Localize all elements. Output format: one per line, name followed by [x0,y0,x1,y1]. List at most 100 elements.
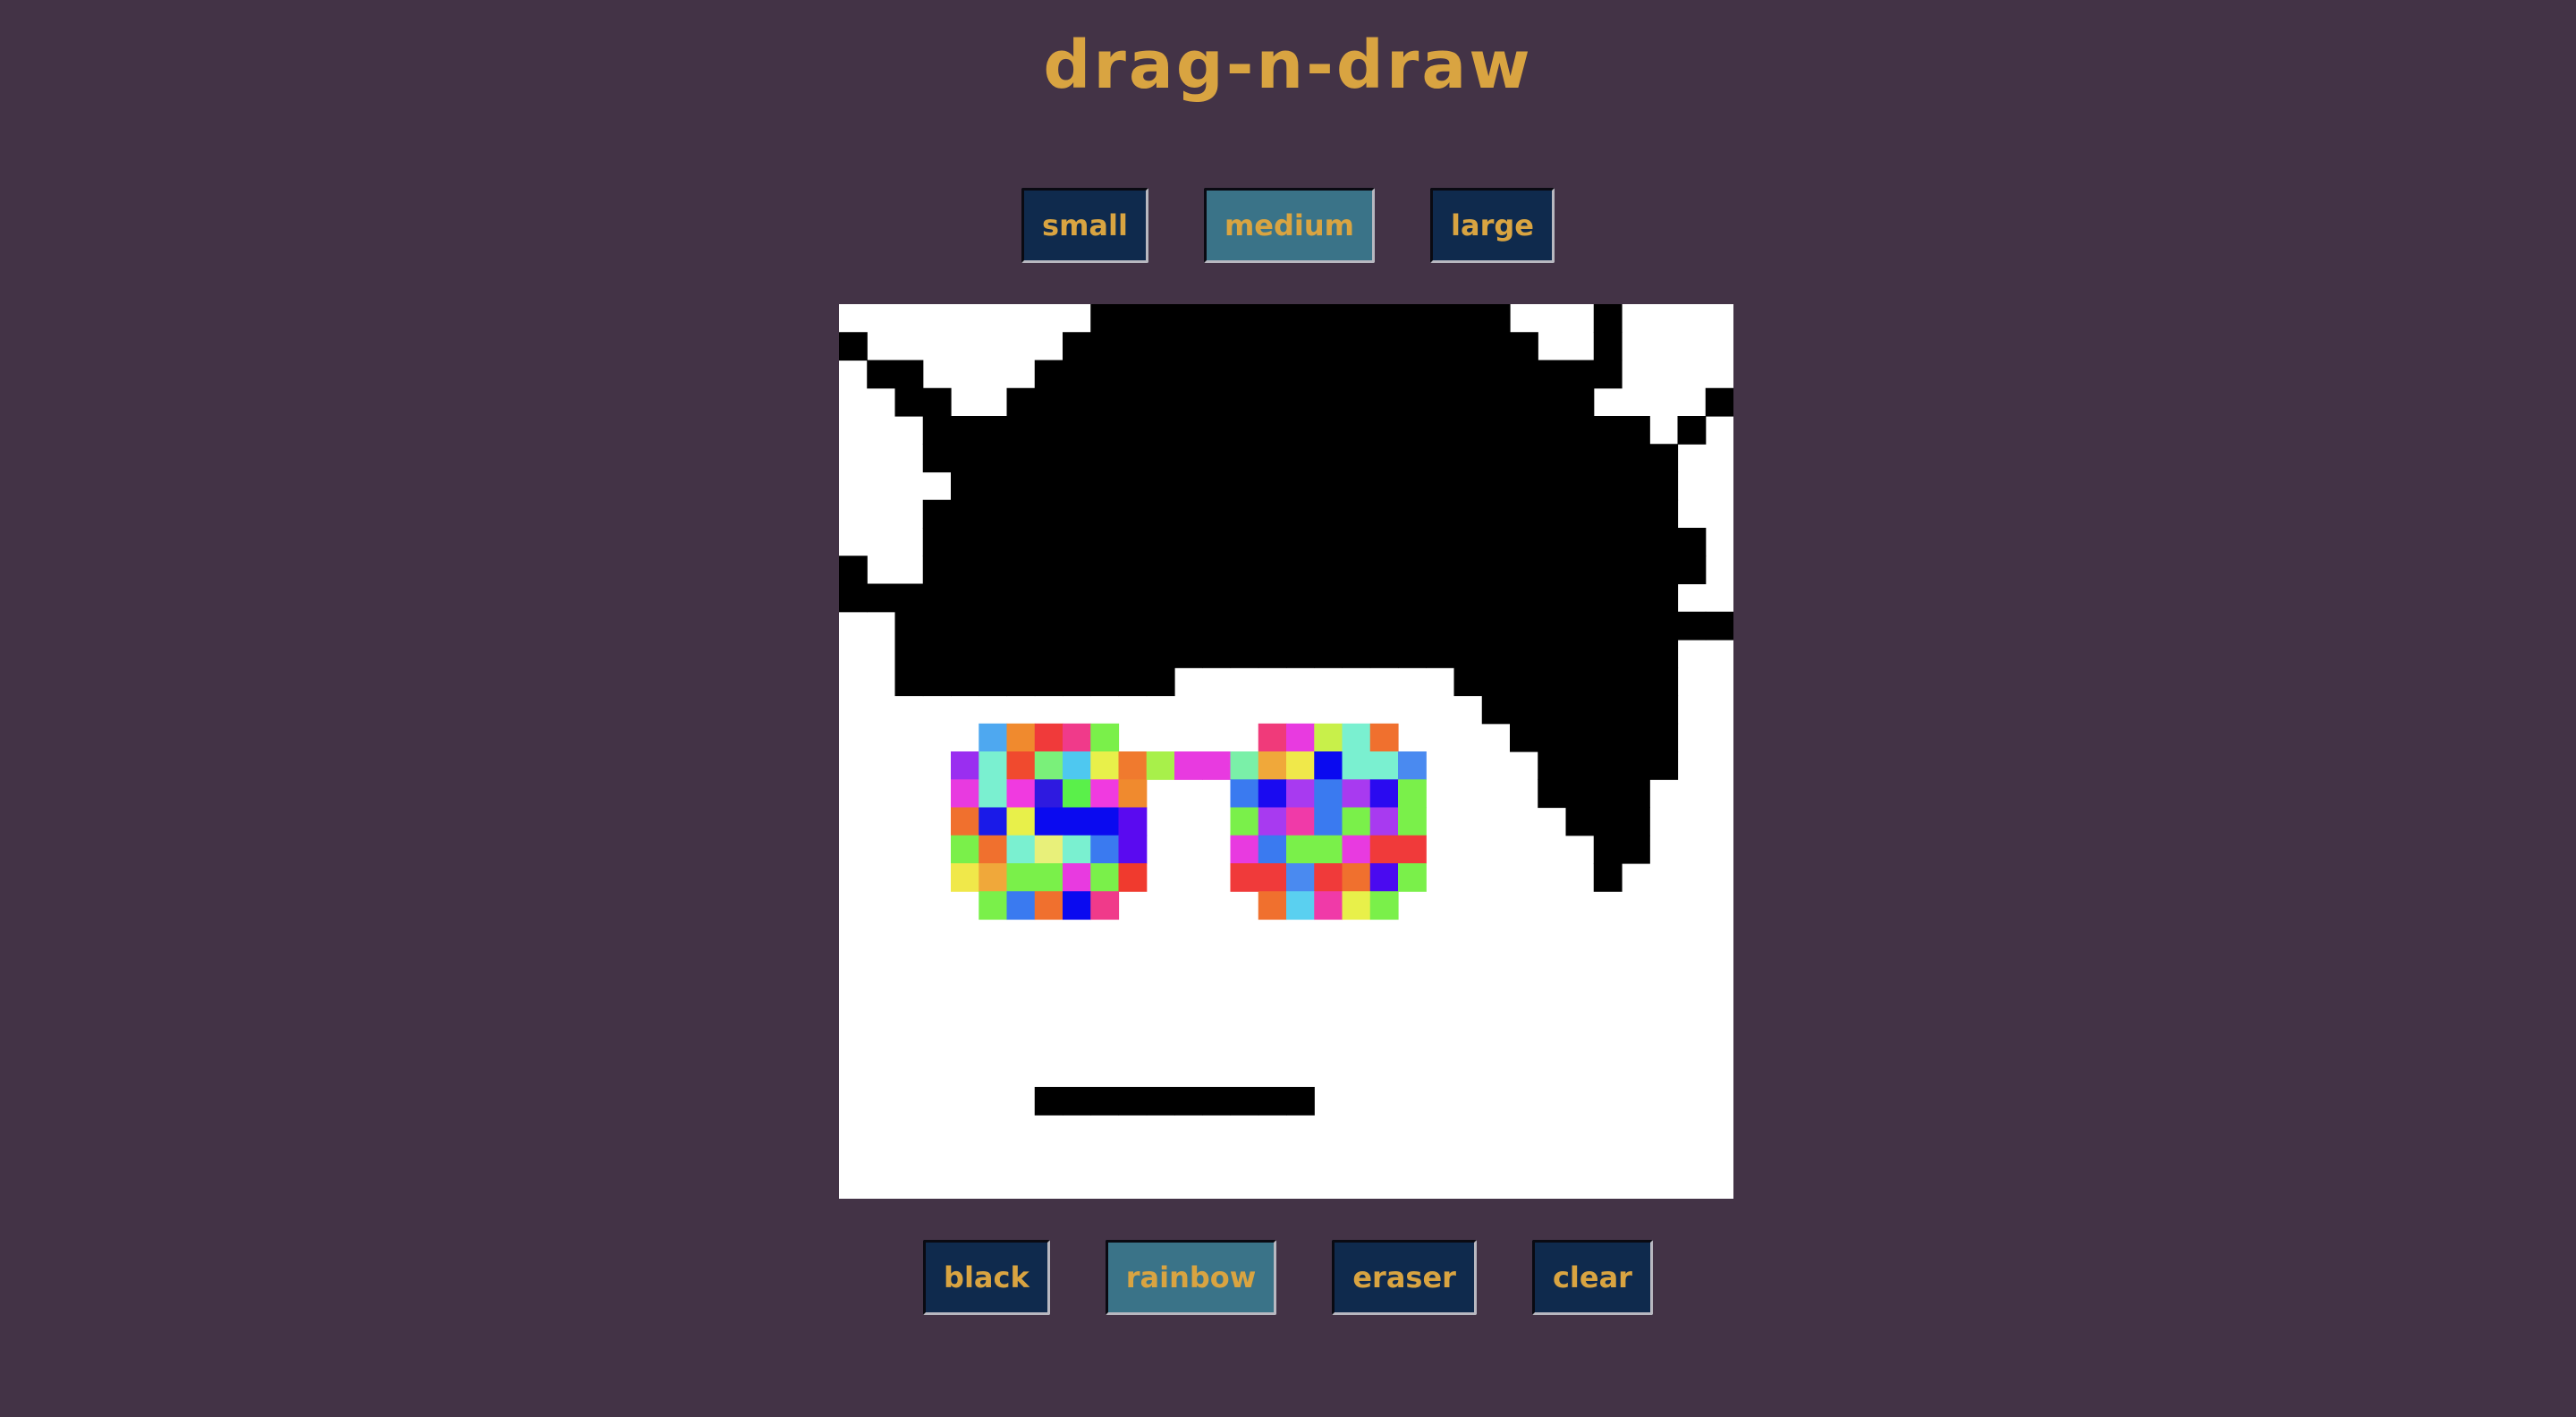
grid-cell-black[interactable] [1593,723,1623,752]
grid-cell-black[interactable] [1538,751,1567,780]
grid-cell-black[interactable] [1202,360,1232,389]
grid-cell-black[interactable] [1174,528,1203,556]
grid-cell-black[interactable] [1481,471,1511,501]
grid-cell-black[interactable] [1202,444,1232,473]
grid-cell-black[interactable] [1258,332,1287,361]
grid-cell-rainbow[interactable] [1063,779,1091,809]
grid-cell-black[interactable] [1342,611,1371,641]
grid-cell-black[interactable] [1146,444,1175,473]
grid-cell-black[interactable] [1174,387,1203,417]
grid-cell-black[interactable] [1118,332,1148,361]
grid-cell-black[interactable] [951,499,979,529]
grid-cell-black[interactable] [1593,332,1623,361]
grid-cell-rainbow[interactable] [1006,891,1036,921]
grid-cell-black[interactable] [1622,611,1650,641]
grid-cell-rainbow[interactable] [979,723,1008,752]
grid-cell-black[interactable] [1146,304,1175,333]
grid-cell-black[interactable] [1649,640,1679,668]
grid-cell-rainbow[interactable] [951,863,979,892]
grid-cell-black[interactable] [1369,387,1399,417]
grid-cell-black[interactable] [1258,360,1287,389]
grid-cell-black[interactable] [1118,611,1148,641]
grid-cell-black[interactable] [1286,416,1315,445]
grid-cell-rainbow[interactable] [1258,723,1287,752]
grid-cell-black[interactable] [1481,360,1511,389]
grid-cell-black[interactable] [1090,667,1120,697]
grid-cell-black[interactable] [951,528,979,556]
grid-cell-black[interactable] [1481,416,1511,445]
grid-cell-black[interactable] [1565,499,1595,529]
grid-cell-black[interactable] [1565,528,1595,556]
grid-cell-rainbow[interactable] [1342,779,1371,809]
grid-cell-black[interactable] [1286,387,1315,417]
grid-cell-black[interactable] [1230,640,1259,668]
grid-cell-rainbow[interactable] [1314,807,1343,836]
grid-cell-black[interactable] [922,611,952,641]
grid-cell-black[interactable] [1565,779,1595,809]
drawing-canvas[interactable] [839,304,1733,1199]
grid-cell-rainbow[interactable] [1286,835,1315,864]
grid-cell-black[interactable] [1369,611,1399,641]
grid-cell-black[interactable] [1649,695,1679,725]
grid-cell-black[interactable] [1286,583,1315,613]
grid-cell-black[interactable] [1063,444,1091,473]
grid-cell-black[interactable] [1510,528,1538,556]
grid-cell-black[interactable] [951,556,979,585]
drawing-grid[interactable] [839,304,1733,1199]
grid-cell-black[interactable] [1006,471,1036,501]
grid-cell-black[interactable] [1286,471,1315,501]
grid-cell-black[interactable] [894,611,924,641]
grid-cell-black[interactable] [1538,723,1567,752]
grid-cell-rainbow[interactable] [979,751,1008,780]
grid-cell-rainbow[interactable] [979,807,1008,836]
grid-cell-black[interactable] [951,640,979,668]
grid-cell-black[interactable] [1118,471,1148,501]
grid-cell-black[interactable] [1258,387,1287,417]
grid-cell-black[interactable] [1258,528,1287,556]
grid-cell-black[interactable] [1202,471,1232,501]
grid-cell-black[interactable] [1090,471,1120,501]
grid-cell-black[interactable] [1649,556,1679,585]
grid-cell-rainbow[interactable] [1342,863,1371,892]
grid-cell-black[interactable] [1398,471,1427,501]
grid-cell-black[interactable] [1230,387,1259,417]
grid-cell-black[interactable] [1565,387,1595,417]
grid-cell-black[interactable] [1677,416,1707,445]
grid-cell-black[interactable] [1202,1087,1232,1116]
grid-cell-black[interactable] [1677,611,1707,641]
grid-cell-black[interactable] [1510,471,1538,501]
grid-cell-rainbow[interactable] [951,807,979,836]
grid-cell-rainbow[interactable] [1230,779,1259,809]
grid-cell-black[interactable] [1481,332,1511,361]
grid-cell-black[interactable] [1677,528,1707,556]
grid-cell-black[interactable] [1622,471,1650,501]
grid-cell-rainbow[interactable] [1118,779,1148,809]
grid-cell-black[interactable] [1426,556,1455,585]
grid-cell-black[interactable] [1481,304,1511,333]
grid-cell-black[interactable] [1090,444,1120,473]
grid-cell-black[interactable] [1426,640,1455,668]
grid-cell-black[interactable] [1034,640,1063,668]
grid-cell-black[interactable] [1342,304,1371,333]
size-large-button[interactable]: large [1430,188,1555,263]
grid-cell-rainbow[interactable] [1258,779,1287,809]
grid-cell-black[interactable] [1481,695,1511,725]
grid-cell-black[interactable] [1342,444,1371,473]
grid-cell-black[interactable] [1369,471,1399,501]
grid-cell-black[interactable] [1593,751,1623,780]
grid-cell-black[interactable] [1538,528,1567,556]
grid-cell-black[interactable] [1426,528,1455,556]
grid-cell-black[interactable] [1258,1087,1287,1116]
grid-cell-black[interactable] [1622,444,1650,473]
grid-cell-black[interactable] [1453,471,1483,501]
grid-cell-rainbow[interactable] [1398,863,1427,892]
grid-cell-rainbow[interactable] [1258,807,1287,836]
grid-cell-black[interactable] [1369,444,1399,473]
grid-cell-black[interactable] [1034,444,1063,473]
grid-cell-black[interactable] [1593,611,1623,641]
grid-cell-black[interactable] [1230,416,1259,445]
grid-cell-black[interactable] [1649,667,1679,697]
grid-cell-rainbow[interactable] [1342,723,1371,752]
grid-cell-black[interactable] [1090,640,1120,668]
grid-cell-black[interactable] [1622,556,1650,585]
